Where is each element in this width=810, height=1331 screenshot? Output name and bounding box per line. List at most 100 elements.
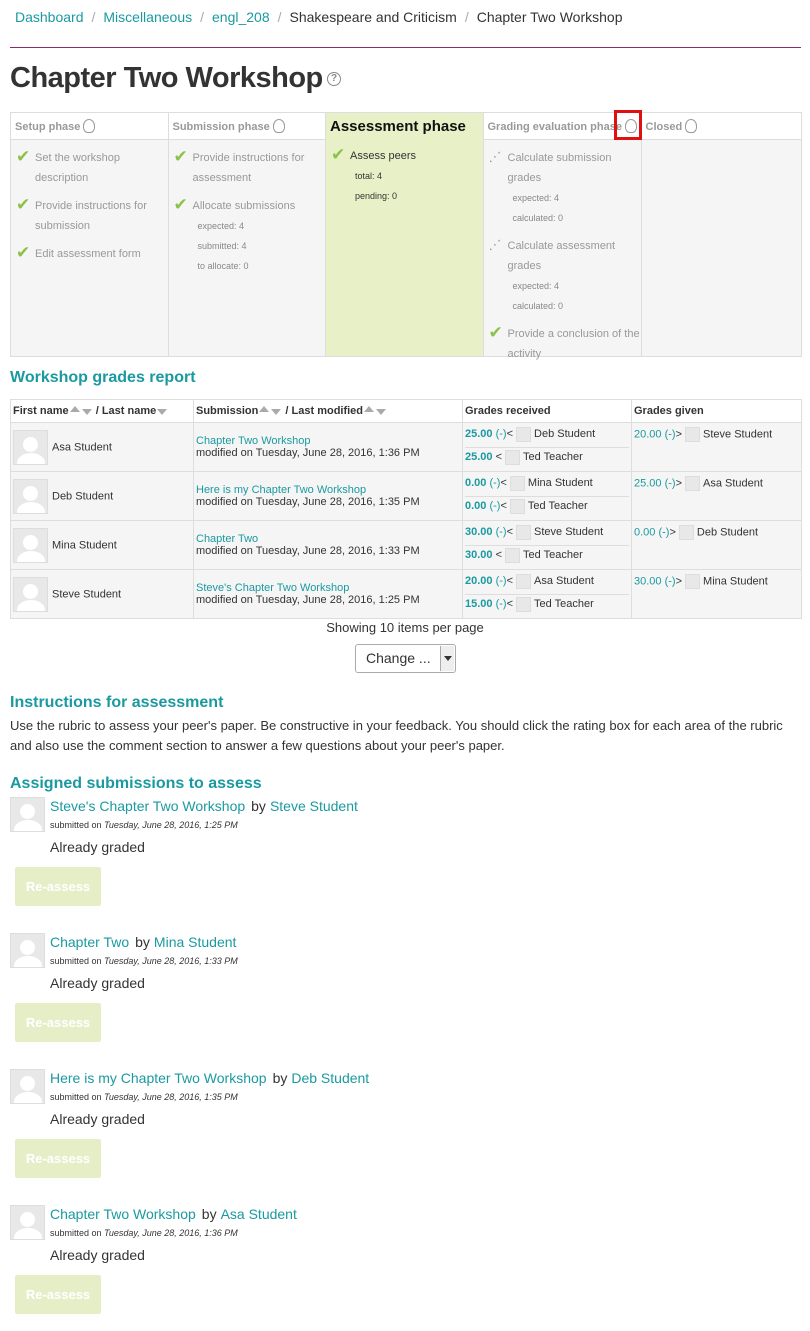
table-row: Mina Student Chapter Two modified on Tues… xyxy=(10,520,802,570)
breadcrumb-miscellaneous[interactable]: Miscellaneous xyxy=(103,9,192,25)
task: ✔ Allocate submissions xyxy=(173,195,296,214)
reassess-button[interactable]: Re-assess xyxy=(15,867,101,906)
grade-over-link[interactable]: (-) xyxy=(489,477,500,489)
reassess-button[interactable]: Re-assess xyxy=(15,1003,101,1042)
checkmark-icon: ✔ xyxy=(173,195,188,214)
submission-title-link[interactable]: Chapter Two xyxy=(50,934,129,950)
grade-link[interactable]: 30.00 xyxy=(465,526,493,538)
sort-submission[interactable]: Submission xyxy=(196,405,258,417)
avatar[interactable] xyxy=(505,449,521,465)
sort-asc-icon[interactable] xyxy=(364,406,375,412)
grade-received: 25.00 (-)< Deb Student xyxy=(465,426,596,442)
table-row: Deb Student Here is my Chapter Two Works… xyxy=(10,471,802,521)
submission-title-link[interactable]: Steve's Chapter Two Workshop xyxy=(50,798,245,814)
grade-link[interactable]: 15.00 xyxy=(465,598,493,610)
grade-over-link[interactable]: (-) xyxy=(665,575,676,587)
avatar[interactable] xyxy=(516,426,532,442)
breadcrumb-dashboard[interactable]: Dashboard xyxy=(15,9,84,25)
avatar[interactable] xyxy=(685,476,701,491)
grade-over-link[interactable]: (-) xyxy=(496,598,507,610)
grade-over-link[interactable]: (-) xyxy=(665,477,676,489)
column-header-submission: Submission / Last modified xyxy=(193,399,463,423)
avatar[interactable] xyxy=(516,573,532,589)
submitted-date: submitted on Tuesday, June 28, 2016, 1:2… xyxy=(50,820,238,830)
info-submitted: submitted: 4 xyxy=(197,241,247,251)
grade-link[interactable]: 0.00 xyxy=(634,526,655,538)
avatar[interactable] xyxy=(13,576,48,612)
grade-over-link[interactable]: (-) xyxy=(496,575,507,587)
avatar[interactable] xyxy=(10,1069,45,1104)
sort-first-name[interactable]: First name xyxy=(13,405,69,417)
grading-status: Already graded xyxy=(50,1111,145,1127)
avatar[interactable] xyxy=(10,1205,45,1240)
reassess-button[interactable]: Re-assess xyxy=(15,1275,101,1314)
avatar[interactable] xyxy=(685,427,701,442)
task: ⋰ Calculate submission grades xyxy=(488,149,612,184)
avatar[interactable] xyxy=(678,525,694,540)
grade-link[interactable]: 0.00 xyxy=(465,500,486,512)
modified-date: modified on Tuesday, June 28, 2016, 1:36… xyxy=(196,447,420,459)
grade-link[interactable]: 30.00 xyxy=(634,575,662,587)
task: ✔ Edit assessment form xyxy=(16,243,141,262)
avatar[interactable] xyxy=(13,429,48,465)
sort-last-name[interactable]: / Last name xyxy=(96,405,157,417)
lightbulb-icon[interactable] xyxy=(685,119,698,133)
avatar[interactable] xyxy=(516,524,532,540)
avatar[interactable] xyxy=(509,475,525,491)
grade-link[interactable]: 25.00 xyxy=(465,451,493,463)
grade-over-link[interactable]: (-) xyxy=(489,500,500,512)
grades-given-cell: 30.00 (-)> Mina Student xyxy=(631,569,802,619)
avatar[interactable] xyxy=(10,797,45,832)
grade-link[interactable]: 25.00 xyxy=(634,477,662,489)
grades-given-cell: 25.00 (-)> Asa Student xyxy=(631,471,802,521)
per-page-select[interactable]: Change ... xyxy=(355,644,456,673)
avatar[interactable] xyxy=(685,574,701,589)
grade-link[interactable]: 0.00 xyxy=(465,477,486,489)
sort-last-modified[interactable]: / Last modified xyxy=(285,405,363,417)
sort-desc-icon[interactable] xyxy=(81,409,92,415)
lightbulb-icon[interactable] xyxy=(83,119,96,133)
sort-desc-icon[interactable] xyxy=(271,409,282,415)
submission-title-link[interactable]: Chapter Two Workshop xyxy=(50,1206,196,1222)
phase-submission-title: Submission phase xyxy=(168,113,325,140)
task: ⋰ Calculate assessment grades xyxy=(488,237,616,272)
sort-desc-icon[interactable] xyxy=(376,409,387,415)
submitted-date: submitted on Tuesday, June 28, 2016, 1:3… xyxy=(50,956,238,966)
breadcrumb-section[interactable]: Shakespeare and Criticism xyxy=(290,9,457,25)
submission-link[interactable]: Here is my Chapter Two Workshop xyxy=(196,484,366,496)
avatar[interactable] xyxy=(505,547,521,563)
reassess-button[interactable]: Re-assess xyxy=(15,1139,101,1178)
grade-link[interactable]: 25.00 xyxy=(465,428,493,440)
author-link[interactable]: Steve Student xyxy=(270,798,358,814)
submission-link[interactable]: Chapter Two Workshop xyxy=(196,435,311,447)
sort-asc-icon[interactable] xyxy=(259,406,270,412)
author-link[interactable]: Asa Student xyxy=(221,1206,297,1222)
grade-over-link[interactable]: (-) xyxy=(496,428,507,440)
checkmark-icon: ✔ xyxy=(16,147,31,166)
breadcrumb: Dashboard / Miscellaneous / engl_208/Shakesp… xyxy=(15,9,623,25)
grade-link[interactable]: 20.00 xyxy=(634,428,662,440)
submission-title-link[interactable]: Here is my Chapter Two Workshop xyxy=(50,1070,267,1086)
grading-status: Already graded xyxy=(50,839,145,855)
avatar[interactable] xyxy=(509,498,525,514)
avatar[interactable] xyxy=(13,527,48,563)
author-link[interactable]: Deb Student xyxy=(291,1070,369,1086)
sort-asc-icon[interactable] xyxy=(69,406,80,412)
avatar[interactable] xyxy=(10,933,45,968)
grade-link[interactable]: 20.00 xyxy=(465,575,493,587)
author-link[interactable]: Mina Student xyxy=(154,934,237,950)
lightbulb-icon[interactable] xyxy=(272,119,285,133)
help-icon[interactable]: ? xyxy=(326,72,341,87)
avatar[interactable] xyxy=(516,596,532,612)
grade-over-link[interactable]: (-) xyxy=(658,526,669,538)
submission-link[interactable]: Steve's Chapter Two Workshop xyxy=(196,582,349,594)
submission-link[interactable]: Chapter Two xyxy=(196,533,258,545)
grade-over-link[interactable]: (-) xyxy=(665,428,676,440)
by-label: by xyxy=(135,934,150,950)
grading-status: Already graded xyxy=(50,975,145,991)
avatar[interactable] xyxy=(13,478,48,514)
breadcrumb-course[interactable]: engl_208 xyxy=(212,9,270,25)
grade-link[interactable]: 30.00 xyxy=(465,549,493,561)
grade-over-link[interactable]: (-) xyxy=(496,526,507,538)
sort-desc-icon[interactable] xyxy=(157,409,168,415)
